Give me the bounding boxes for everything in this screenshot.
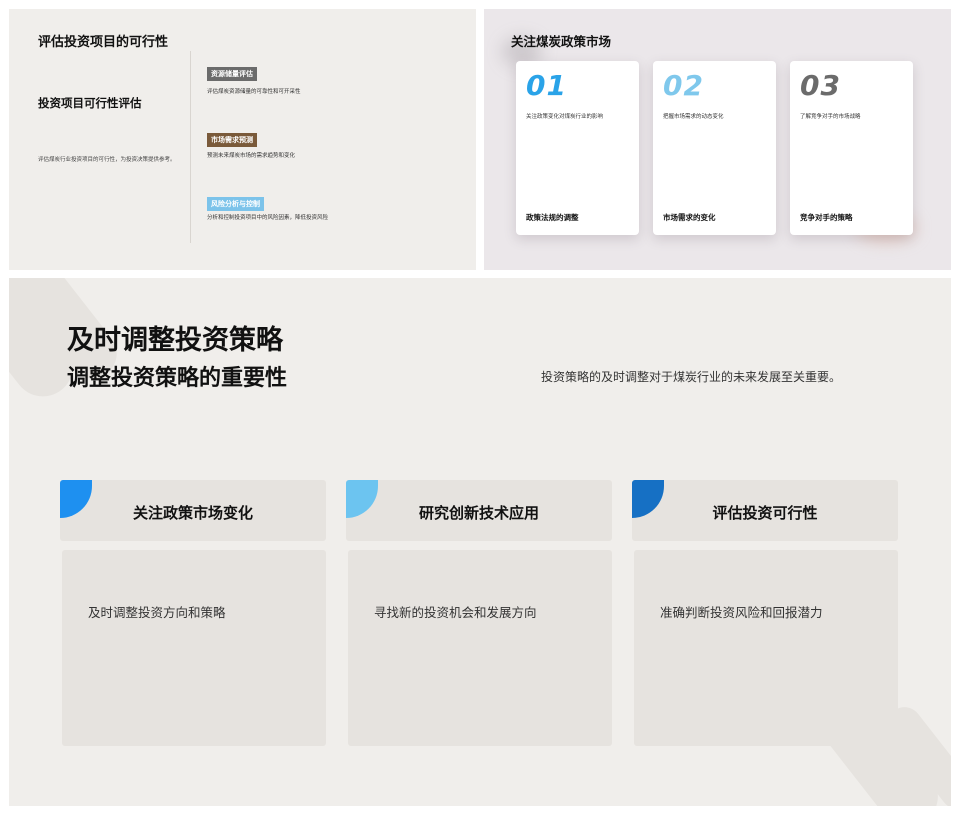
column-header: 研究创新技术应用 [346, 480, 612, 541]
slide3-lead: 投资策略的及时调整对于煤炭行业的未来发展至关重要。 [541, 370, 842, 384]
column-header: 评估投资可行性 [632, 480, 898, 541]
slide3-heading: 及时调整投资策略 [67, 325, 283, 356]
column-text: 准确判断投资风险和回报潜力 [660, 605, 823, 620]
slide2-title: 关注煤炭政策市场 [511, 34, 612, 49]
card-competitors: 03 了解竞争对手的市场战略 竞争对手的策略 [790, 61, 913, 235]
card-description: 了解竞争对手的市场战略 [800, 114, 861, 120]
column-text: 及时调整投资方向和策略 [88, 605, 226, 620]
card-policy: 01 关注政策变化对煤炭行业的影响 政策法规的调整 [516, 61, 639, 235]
slide-adjust-strategy: 及时调整投资策略 调整投资策略的重要性 投资策略的及时调整对于煤炭行业的未来发展… [9, 278, 951, 806]
column-title: 关注政策市场变化 [132, 504, 253, 522]
column-text: 寻找新的投资机会和发展方向 [374, 605, 537, 620]
card-description: 关注政策变化对煤炭行业的影响 [526, 114, 604, 120]
slide1-subtitle: 投资项目可行性评估 [38, 96, 142, 110]
card-footer: 市场需求的变化 [663, 213, 716, 222]
card-footer: 政策法规的调整 [526, 213, 579, 222]
card-description: 把握市场需求的动态变化 [663, 114, 724, 120]
divider [190, 51, 191, 243]
tag-risk-desc: 分析和控制投资项目中的风险因素，降低投资风险 [207, 215, 329, 221]
slide1-description: 评估煤炭行业投资项目的可行性，为投资决策提供参考。 [38, 157, 176, 163]
column-innovation: 研究创新技术应用 寻找新的投资机会和发展方向 [346, 480, 612, 746]
column-body: 及时调整投资方向和策略 [62, 550, 326, 746]
tag-resource-assessment: 资源储量评估 [207, 67, 257, 81]
column-title: 评估投资可行性 [712, 504, 818, 522]
tag-risk-control: 风险分析与控制 [207, 197, 264, 211]
column-header: 关注政策市场变化 [60, 480, 326, 541]
slide3-subheading: 调整投资策略的重要性 [67, 366, 288, 391]
tag-market-desc: 预测未来煤炭市场的需求趋势和变化 [207, 153, 296, 159]
slide1-title: 评估投资项目的可行性 [38, 35, 169, 50]
column-feasibility: 评估投资可行性 准确判断投资风险和回报潜力 [632, 480, 898, 746]
card-number: 03 [800, 69, 841, 102]
slide-coal-policy-market: 关注煤炭政策市场 01 关注政策变化对煤炭行业的影响 政策法规的调整 02 把握… [484, 9, 951, 270]
card-footer: 竞争对手的策略 [800, 213, 853, 222]
slide-feasibility: 评估投资项目的可行性 投资项目可行性评估 评估煤炭行业投资项目的可行性，为投资决… [9, 9, 476, 270]
card-market: 02 把握市场需求的动态变化 市场需求的变化 [653, 61, 776, 235]
tag-resource-desc: 评估煤炭资源储量的可靠性和可开采性 [207, 89, 301, 95]
card-number: 01 [526, 69, 567, 102]
card-number: 02 [663, 69, 704, 102]
column-body: 寻找新的投资机会和发展方向 [348, 550, 612, 746]
column-policy-market: 关注政策市场变化 及时调整投资方向和策略 [60, 480, 326, 746]
column-title: 研究创新技术应用 [418, 504, 539, 522]
tag-market-forecast: 市场需求预测 [207, 133, 257, 147]
column-body: 准确判断投资风险和回报潜力 [634, 550, 898, 746]
